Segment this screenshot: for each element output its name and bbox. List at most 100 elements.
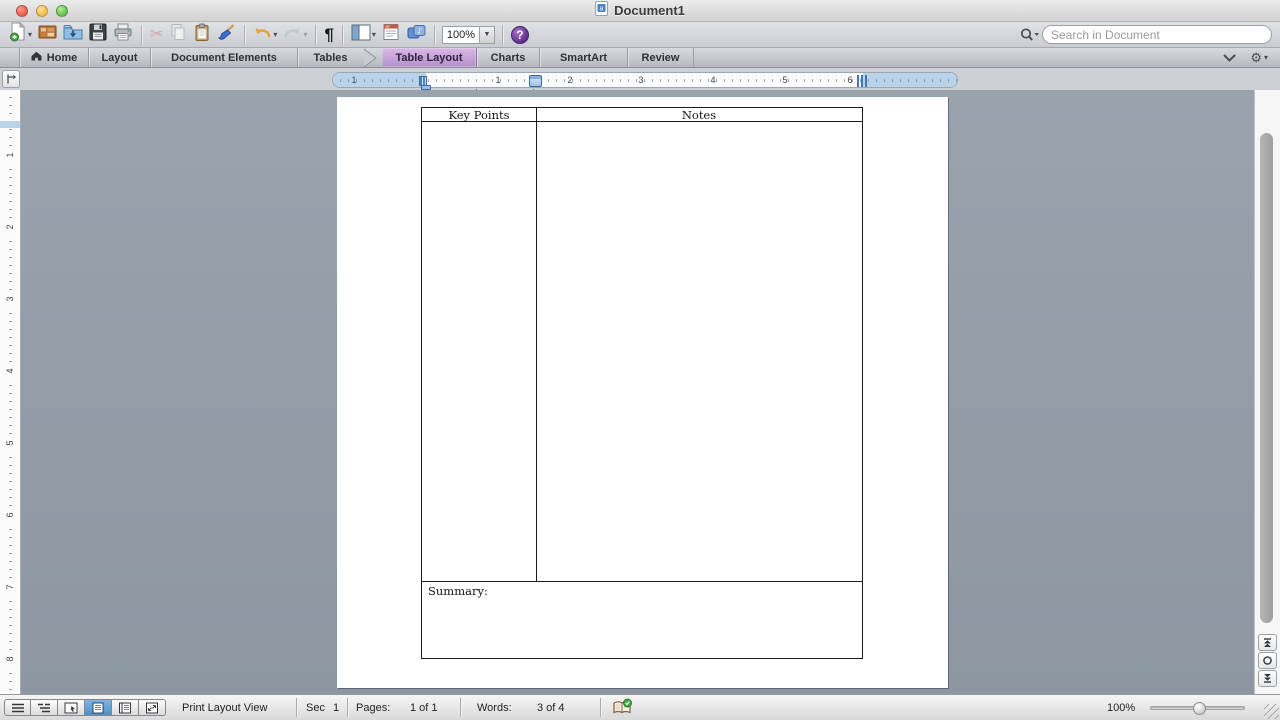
toolbox-button[interactable] [379,23,403,47]
search-area [1018,25,1272,44]
select-browse-object-button[interactable] [1258,652,1277,669]
zoom-value-field[interactable]: 100% [442,26,480,44]
traffic-lights [16,5,68,17]
ruler-number: 6 [845,75,855,85]
tab-document-elements[interactable]: Document Elements [151,48,298,67]
close-button[interactable] [16,5,28,17]
cut-button[interactable]: ✂ [147,23,166,47]
document-page[interactable]: Key Points Notes Summary: [337,97,948,688]
save-icon [89,23,107,46]
sidebar-icon [351,24,371,46]
toolbar-separator [141,25,142,45]
elements-gallery-icon [38,23,57,46]
publishing-layout-view-button[interactable] [58,699,85,716]
key-points-header-cell[interactable]: Key Points [422,108,536,121]
tab-label: SmartArt [560,52,607,64]
zoom-slider[interactable] [1150,706,1245,710]
pages-label: Pages: [356,702,390,714]
collapse-ribbon-chevron-icon[interactable] [1223,49,1236,67]
save-button[interactable] [86,23,110,47]
format-painter-button[interactable] [214,23,239,47]
notebook-layout-view-button[interactable] [112,699,139,716]
tab-label: Table Layout [395,52,462,64]
key-points-cell[interactable] [422,122,536,581]
browse-next-button[interactable] [1258,670,1277,687]
zoom-caret-icon[interactable]: ▼ [480,26,495,44]
minimize-button[interactable] [36,5,48,17]
copy-button[interactable] [166,23,190,47]
new-document-icon [9,22,27,47]
summary-cell[interactable]: Summary: [422,581,862,660]
ruler-number: 4 [708,75,718,85]
table-column-grip[interactable] [529,75,542,87]
tab-home[interactable]: Home [19,48,89,67]
paste-button[interactable] [190,23,214,47]
media-browser-icon: ♪ [406,23,426,46]
tab-smartart[interactable]: SmartArt [540,48,628,67]
tab-tables[interactable]: Tables [298,48,363,67]
search-input[interactable] [1051,28,1263,42]
status-separator [296,698,297,717]
zoom-control[interactable]: 100% ▼ [442,26,495,44]
browse-previous-button[interactable] [1258,634,1277,651]
ruler-number: 1 [349,75,359,85]
view-name-label: Print Layout View [182,702,267,714]
window-title: Document1 [614,3,685,18]
spelling-status-button[interactable] [611,698,633,720]
ribbon-settings-button[interactable]: ⚙ ▾ [1250,51,1268,64]
zoom-window-button[interactable] [56,5,68,17]
section-value: 1 [333,702,339,714]
search-field-capsule[interactable] [1042,25,1272,44]
ruler-number: 1 [493,75,503,85]
undo-caret-icon: ▾ [273,31,277,39]
help-button[interactable]: ? [508,23,532,47]
svg-text:♪: ♪ [417,27,422,36]
vertical-scrollbar[interactable] [1254,90,1280,694]
focus-view-button[interactable] [139,699,166,716]
sidebar-button[interactable]: ▾ [348,23,379,47]
document-workspace: 1 2 3 4 5 6 7 8 Key Points Notes Summary… [0,90,1280,694]
toolbar-separator [434,25,435,45]
media-browser-button[interactable]: ♪ [403,23,429,47]
print-button[interactable] [110,23,136,47]
redo-button[interactable]: ▾ [280,23,310,47]
summary-label: Summary: [428,584,488,598]
tab-table-layout[interactable]: Table Layout [382,48,477,67]
format-painter-brush-icon [217,23,236,46]
new-document-button[interactable]: ▾ [6,23,35,47]
vertical-ruler[interactable]: 1 2 3 4 5 6 7 8 [0,90,21,694]
tab-stop-selector-button[interactable] [2,70,20,88]
zoom-percent-label: 100% [1107,702,1135,714]
section-label: Sec [306,702,325,714]
new-document-caret-icon: ▾ [28,31,32,39]
tab-label: Home [47,52,78,64]
row-boundary-band [0,121,20,128]
tab-charts[interactable]: Charts [477,48,540,67]
tab-layout[interactable]: Layout [89,48,151,67]
ruler-number: 3 [3,292,17,306]
scrollbar-thumb[interactable] [1260,133,1273,623]
sidebar-caret-icon: ▾ [372,31,376,39]
zoom-slider-knob[interactable] [1193,702,1206,715]
open-button[interactable] [60,23,86,47]
status-separator [460,698,461,717]
undo-button[interactable]: ▾ [250,23,280,47]
outline-view-button[interactable] [31,699,58,716]
tab-label: Document Elements [171,52,277,64]
table-right-edge-grip[interactable] [857,75,868,87]
show-formatting-marks-button[interactable]: ¶ [321,23,336,47]
help-icon: ? [511,26,529,44]
ruler-number: 1 [3,148,17,162]
pages-value: 1 of 1 [410,702,438,714]
elements-gallery-button[interactable] [35,23,60,47]
gear-caret-icon: ▾ [1264,54,1268,62]
window-resize-grip[interactable] [1264,704,1279,719]
notes-header-cell[interactable]: Notes [536,108,862,121]
title-bar: a Document1 [0,0,1280,22]
status-separator [347,698,348,717]
tab-review[interactable]: Review [628,48,694,67]
draft-view-button[interactable] [4,699,31,716]
search-scope-icon[interactable] [1018,27,1040,43]
print-layout-view-button[interactable] [85,699,112,716]
notes-cell[interactable] [537,122,862,581]
